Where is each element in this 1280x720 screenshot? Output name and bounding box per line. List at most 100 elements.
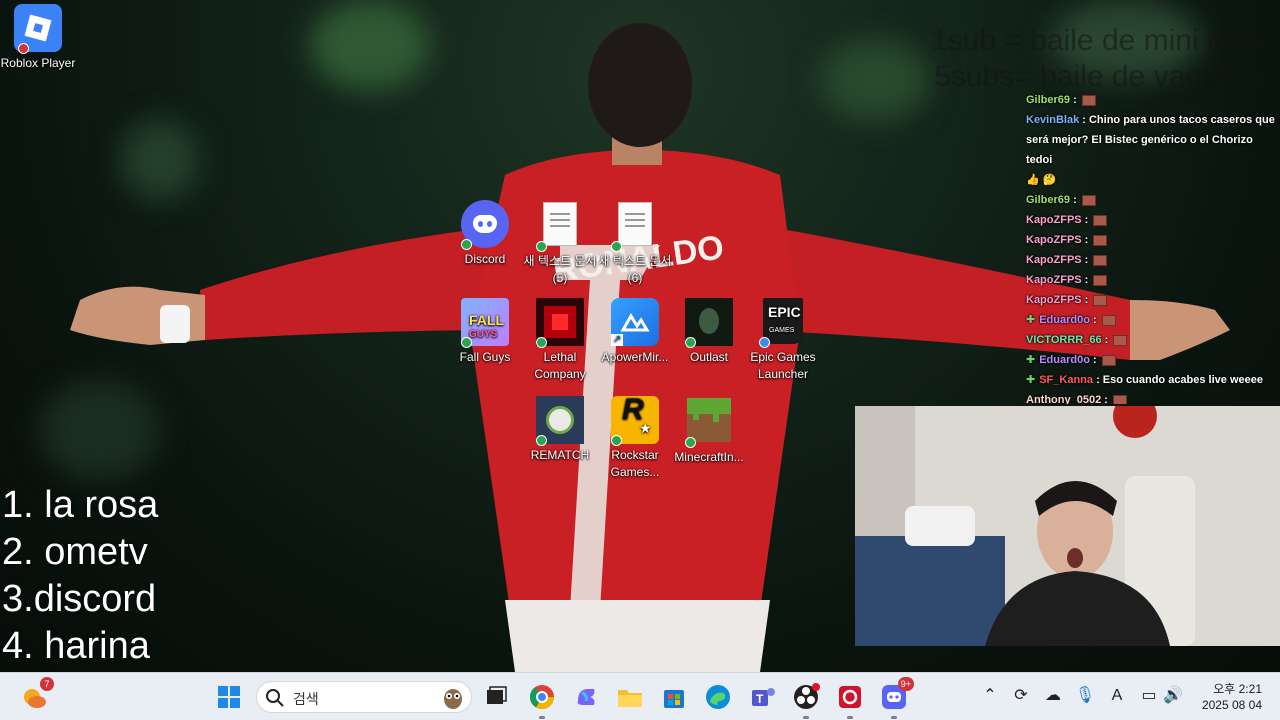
- desktop-icon-label: Rockstar Games...: [610, 448, 660, 479]
- rule-item: 2. ometv: [2, 531, 148, 573]
- tray-sync-button[interactable]: ⟳: [1010, 685, 1032, 707]
- desktop-icon-label: 새 텍스트 문서 (6): [598, 254, 672, 285]
- chat-username: KapoZFPS: [1026, 254, 1082, 266]
- chat-emote-icon: [1113, 334, 1128, 346]
- chat-emote-icon: [1112, 394, 1127, 404]
- chat-emote-icon: [1093, 274, 1108, 286]
- chat-message: Anthony_0502 :: [1018, 390, 1280, 404]
- edge-icon: [706, 685, 730, 709]
- chat-username: Gilber69: [1026, 194, 1071, 206]
- desktop-icon-label: Roblox Player: [0, 56, 76, 70]
- taskbar-edge[interactable]: [702, 681, 734, 713]
- network-icon: ▭: [1141, 687, 1157, 704]
- taskbar-red-app[interactable]: [834, 681, 866, 719]
- apowermirror-icon: ↗: [611, 298, 659, 346]
- chat-username: Anthony_0502: [1026, 394, 1102, 404]
- rockstar-icon: R ★: [611, 395, 659, 446]
- desktop-icon-rockstar-games[interactable]: R ★ Rockstar Games...: [597, 395, 673, 481]
- chat-emote-icon: [1093, 234, 1108, 246]
- tray-cloud-button[interactable]: ☁: [1042, 685, 1064, 707]
- webcam-feed: [855, 406, 1280, 646]
- discord-icon: [461, 200, 509, 250]
- chat-emote-icon: [1101, 354, 1116, 366]
- desktop-icon-label: REMATCH: [530, 448, 590, 462]
- chat-message: ✚ Eduard0o :: [1018, 310, 1280, 330]
- rules-list: 1. la rosa 2. ometv 3.discord 4. harina: [2, 482, 158, 670]
- desktop-icon-fall-guys[interactable]: FALL GUYS Fall Guys: [447, 298, 523, 366]
- taskbar-copilot[interactable]: [570, 681, 602, 713]
- sync-icon: ⟳: [1014, 687, 1028, 704]
- taskbar-discord[interactable]: 9+: [878, 677, 914, 719]
- show-hidden-icons-button[interactable]: ⌃: [979, 685, 1001, 707]
- chat-username: VICTORRR_66: [1026, 334, 1102, 346]
- taskbar-teams[interactable]: T: [746, 681, 778, 713]
- rule-item: 4. harina: [2, 625, 150, 667]
- discord-badge: 9+: [897, 677, 914, 691]
- tray-volume-button[interactable]: 🔊: [1162, 685, 1184, 707]
- chat-username: KapoZFPS: [1026, 294, 1082, 306]
- record-app-icon: [839, 686, 861, 708]
- weather-widget-button[interactable]: 7: [18, 677, 54, 713]
- desktop-icon-epic-games[interactable]: EPIC GAMES Epic Games Launcher: [745, 298, 821, 383]
- desktop-icon-outlast[interactable]: Outlast: [671, 298, 747, 366]
- chat-badge-icon: ✚: [1026, 374, 1036, 386]
- chat-username: SF_Kanna: [1039, 374, 1094, 386]
- taskbar-obs[interactable]: [790, 681, 822, 719]
- chat-message: ✚ SF_Kanna : Eso cuando acabes live weeee: [1018, 370, 1280, 390]
- teams-icon: T: [752, 688, 775, 706]
- tray-mic-button[interactable]: 🎙: [1074, 685, 1096, 707]
- clock-time: 오후 2:21: [1213, 682, 1262, 696]
- task-view-button[interactable]: [480, 681, 512, 713]
- desktop-icon-lethal-company[interactable]: Lethal Company: [522, 298, 598, 383]
- chat-message: KapoZFPS :: [1018, 230, 1280, 250]
- chat-message: 👍 🤔: [1018, 170, 1280, 190]
- weather-badge: 7: [40, 677, 54, 691]
- taskbar-clock[interactable]: 오후 2:21 2025 08 04: [1202, 681, 1262, 713]
- lethal-company-icon: [536, 298, 584, 348]
- obs-icon: [794, 683, 820, 709]
- task-view-icon: [487, 686, 507, 704]
- chat-message: ✚ Eduard0o :: [1018, 350, 1280, 370]
- taskbar-microsoft-store[interactable]: [658, 681, 690, 713]
- desktop-icon-rematch[interactable]: REMATCH: [522, 396, 598, 464]
- ime-icon: A: [1111, 687, 1123, 704]
- windows-logo-icon: [218, 686, 240, 708]
- chat-message: VICTORRR_66 :: [1018, 330, 1280, 350]
- owl-highlight-icon: [444, 689, 462, 709]
- outlast-icon: [685, 298, 733, 348]
- rule-item: 3.discord: [2, 578, 157, 620]
- chat-username: KevinBlak: [1026, 114, 1080, 126]
- taskbar-search-box[interactable]: 검색: [256, 681, 472, 713]
- chat-text: 👍 🤔: [1026, 174, 1057, 186]
- chat-message: Gilber69 :: [1018, 190, 1280, 210]
- desktop-icon-apowermirror[interactable]: ↗ ApowerMir...: [597, 298, 673, 366]
- epic-games-icon: EPIC GAMES: [759, 298, 807, 348]
- taskbar-chrome[interactable]: [526, 681, 558, 719]
- chat-message: KapoZFPS :: [1018, 270, 1280, 290]
- desktop-icon-label: 새 텍스트 문서 (5): [523, 254, 597, 285]
- desktop-icon-roblox-player[interactable]: Roblox Player: [0, 4, 76, 72]
- desktop-icon-minecraft[interactable]: MinecraftIn...: [671, 396, 747, 466]
- chat-emote-icon: [1081, 94, 1096, 106]
- stream-chat-overlay: Gilber69 : KevinBlak : Chino para unos t…: [1018, 90, 1280, 404]
- minecraft-icon: [685, 398, 733, 448]
- chat-emote-icon: [1093, 294, 1108, 306]
- tray-network-button[interactable]: ▭: [1138, 685, 1160, 707]
- chat-message: KevinBlak : Chino para unos tacos casero…: [1026, 114, 1275, 166]
- chat-message: Gilber69 :: [1018, 90, 1280, 110]
- start-button[interactable]: [213, 681, 245, 713]
- chat-badge-icon: ✚: [1026, 314, 1036, 326]
- chat-text: Eso cuando acabes live weeee: [1102, 374, 1263, 386]
- desktop-icon-label: Outlast: [689, 350, 728, 364]
- microphone-icon: 🎙: [1074, 687, 1096, 704]
- tray-ime-button[interactable]: A: [1106, 685, 1128, 707]
- desktop-icon-label: Discord: [464, 252, 506, 266]
- chat-username: KapoZFPS: [1026, 274, 1082, 286]
- rule-item: 1. la rosa: [2, 484, 159, 526]
- chat-emote-icon: [1081, 194, 1096, 206]
- chat-message: KapoZFPS :: [1018, 250, 1280, 270]
- desktop-icon-text-document-6[interactable]: 새 텍스트 문서 (6): [597, 200, 673, 287]
- desktop-icon-discord[interactable]: Discord: [447, 200, 523, 268]
- taskbar-file-explorer[interactable]: [614, 681, 646, 713]
- desktop-icon-text-document-5[interactable]: 새 텍스트 문서 (5): [522, 200, 598, 287]
